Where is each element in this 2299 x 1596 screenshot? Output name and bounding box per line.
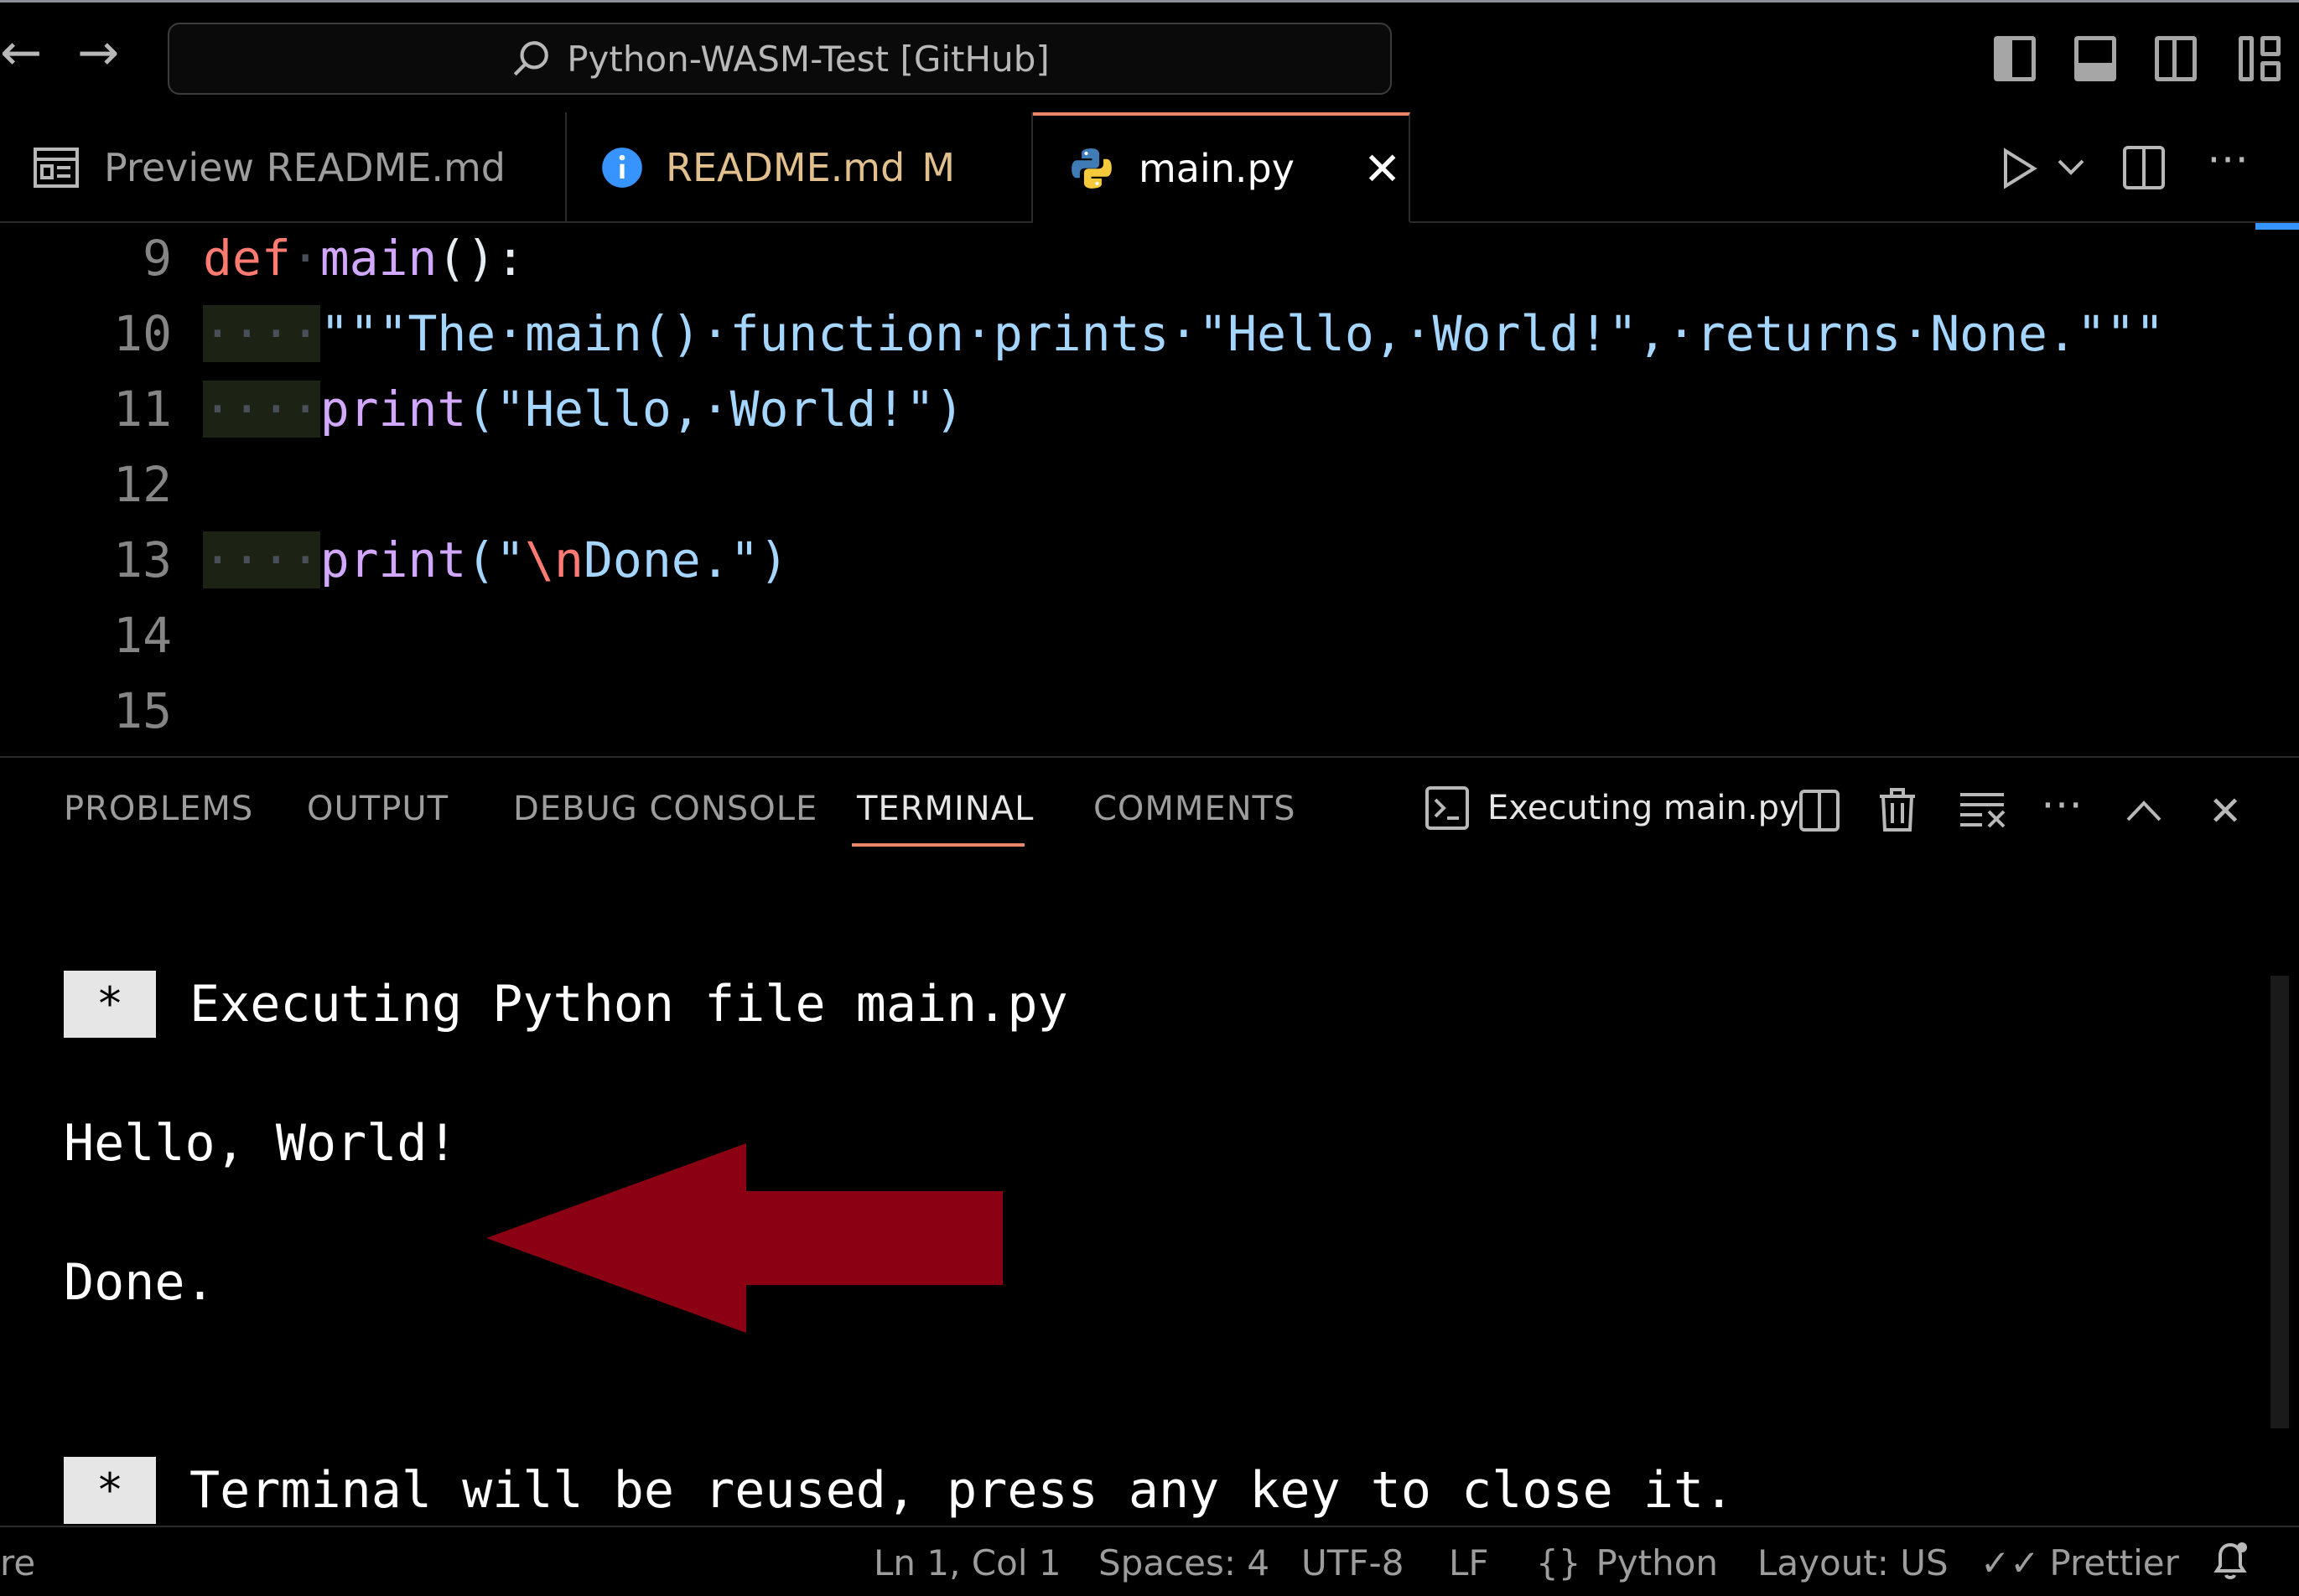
toggle-primary-sidebar-icon[interactable] bbox=[1994, 36, 2036, 81]
trash-icon[interactable] bbox=[1878, 788, 1917, 832]
customize-layout-icon[interactable] bbox=[2239, 36, 2281, 81]
panel-tab-output[interactable]: OUTPUT bbox=[307, 790, 449, 828]
double-check-icon: ✓✓ bbox=[1980, 1542, 2040, 1583]
toggle-panel-icon[interactable] bbox=[2074, 36, 2116, 81]
preview-icon bbox=[34, 148, 79, 188]
escape-token: \n bbox=[525, 531, 584, 588]
indent-guide: ···· bbox=[203, 381, 320, 438]
string-token: Done." bbox=[583, 531, 760, 588]
tab-label: README.md bbox=[666, 145, 906, 190]
braces-icon: {} bbox=[1536, 1542, 1581, 1583]
terminal-line: Done. bbox=[64, 1253, 215, 1312]
punctuation-token: ( bbox=[466, 381, 496, 438]
punctuation-token: ( bbox=[466, 531, 496, 588]
function-name-token: print bbox=[319, 531, 467, 588]
terminal-star-marker: * bbox=[64, 1457, 156, 1524]
prettier-label: Prettier bbox=[2049, 1542, 2179, 1583]
terminal-icon bbox=[1425, 786, 1469, 830]
modified-badge: M bbox=[921, 145, 956, 190]
terminal-line: Executing Python file main.py bbox=[189, 975, 1068, 1034]
line-number: 15 bbox=[113, 682, 172, 739]
cursor-position[interactable]: Ln 1, Col 1 bbox=[874, 1542, 1061, 1583]
line-number: 14 bbox=[113, 607, 172, 664]
command-center-label: Python-WASM-Test [GitHub] bbox=[567, 38, 1050, 80]
terminal-scrollbar[interactable] bbox=[2270, 976, 2289, 1428]
string-token: " bbox=[496, 531, 526, 588]
forward-arrow-icon[interactable]: → bbox=[77, 28, 119, 78]
title-bar: ← → Python-WASM-Test [GitHub] bbox=[0, 0, 2299, 112]
scrollbar-slider[interactable] bbox=[2255, 223, 2299, 230]
bottom-panel: PROBLEMS OUTPUT DEBUG CONSOLE TERMINAL C… bbox=[0, 756, 2299, 1526]
punctuation-token: ) bbox=[759, 531, 789, 588]
close-tab-icon[interactable]: ✕ bbox=[1363, 142, 1401, 195]
code-line: def·main(): bbox=[203, 230, 526, 287]
terminal-line: Terminal will be reused, press any key t… bbox=[189, 1461, 1735, 1520]
encoding-setting[interactable]: UTF-8 bbox=[1301, 1542, 1404, 1583]
line-number: 13 bbox=[113, 531, 172, 588]
active-tab-indicator bbox=[852, 843, 1025, 847]
maximize-panel-icon[interactable] bbox=[2126, 800, 2161, 821]
tab-main-py[interactable]: main.py ✕ bbox=[1033, 112, 1410, 223]
line-number: 9 bbox=[143, 230, 172, 287]
panel-tab-terminal[interactable]: TERMINAL bbox=[857, 790, 1034, 828]
line-number: 10 bbox=[113, 305, 172, 362]
back-arrow-icon[interactable]: ← bbox=[0, 28, 42, 78]
status-bar: re Ln 1, Col 1 Spaces: 4 UTF-8 LF {} Pyth… bbox=[0, 1526, 2299, 1596]
prettier-status[interactable]: ✓✓ Prettier bbox=[1980, 1542, 2179, 1583]
annotation-arrow bbox=[486, 1143, 1003, 1333]
language-mode[interactable]: {} Python bbox=[1536, 1542, 1718, 1583]
indent-guide: ···· bbox=[203, 531, 320, 588]
punctuation-token: (): bbox=[437, 230, 526, 287]
terminal-instance[interactable]: Executing main.py bbox=[1425, 786, 1799, 830]
more-actions-icon[interactable]: ⋯ bbox=[2207, 137, 2249, 179]
toggle-secondary-sidebar-icon[interactable] bbox=[2155, 36, 2197, 81]
code-editor[interactable]: 9 10 11 12 13 14 15 def·main(): ····"""T… bbox=[0, 223, 2299, 756]
info-icon bbox=[602, 148, 642, 188]
search-icon bbox=[513, 41, 549, 76]
notifications-bell-icon[interactable] bbox=[2210, 1539, 2250, 1583]
tab-label: Preview README.md bbox=[104, 145, 506, 190]
split-terminal-icon[interactable] bbox=[1799, 790, 1840, 832]
more-actions-icon[interactable]: ⋯ bbox=[2041, 783, 2083, 825]
indentation-setting[interactable]: Spaces: 4 bbox=[1098, 1542, 1269, 1583]
keyboard-layout[interactable]: Layout: US bbox=[1757, 1542, 1949, 1583]
clear-terminal-icon[interactable] bbox=[1959, 791, 2006, 830]
eol-setting[interactable]: LF bbox=[1449, 1542, 1489, 1583]
run-icon[interactable] bbox=[2002, 148, 2037, 189]
close-panel-icon[interactable]: ✕ bbox=[2208, 791, 2242, 832]
tab-preview-readme[interactable]: Preview README.md bbox=[0, 112, 567, 223]
string-token: "Hello,·World!" bbox=[496, 381, 936, 438]
tab-readme[interactable]: README.md M bbox=[567, 112, 1033, 223]
tab-label: main.py bbox=[1139, 146, 1295, 191]
language-label: Python bbox=[1596, 1542, 1719, 1583]
python-icon bbox=[1072, 148, 1112, 189]
chevron-down-icon[interactable] bbox=[2058, 159, 2084, 176]
panel-tab-debug-console[interactable]: DEBUG CONSOLE bbox=[513, 790, 817, 828]
docstring-token: """The·main()·function·prints·"Hello,·Wo… bbox=[319, 305, 2165, 362]
line-number: 11 bbox=[113, 381, 172, 438]
code-line: ····"""The·main()·function·prints·"Hello… bbox=[203, 296, 2165, 371]
split-editor-icon[interactable] bbox=[2123, 146, 2165, 189]
terminal-star-marker: * bbox=[64, 971, 156, 1038]
indent-guide: ···· bbox=[203, 305, 320, 362]
terminal-line: Hello, World! bbox=[64, 1114, 458, 1173]
punctuation-token: ) bbox=[935, 381, 964, 438]
terminal-name: Executing main.py bbox=[1487, 789, 1799, 827]
code-line: ····print("Hello,·World!") bbox=[203, 371, 964, 447]
editor-tab-bar: Preview README.md README.md M main.py ✕ … bbox=[0, 112, 2299, 223]
status-left-fragment: re bbox=[0, 1542, 36, 1583]
keyword-token: def bbox=[203, 230, 291, 287]
command-center-search[interactable]: Python-WASM-Test [GitHub] bbox=[168, 23, 1392, 95]
panel-tab-comments[interactable]: COMMENTS bbox=[1093, 790, 1295, 828]
function-name-token: main bbox=[319, 230, 438, 287]
function-name-token: print bbox=[319, 381, 467, 438]
panel-tab-problems[interactable]: PROBLEMS bbox=[64, 790, 253, 828]
code-line: ····print("\nDone.") bbox=[203, 522, 788, 598]
line-number: 12 bbox=[113, 456, 172, 513]
